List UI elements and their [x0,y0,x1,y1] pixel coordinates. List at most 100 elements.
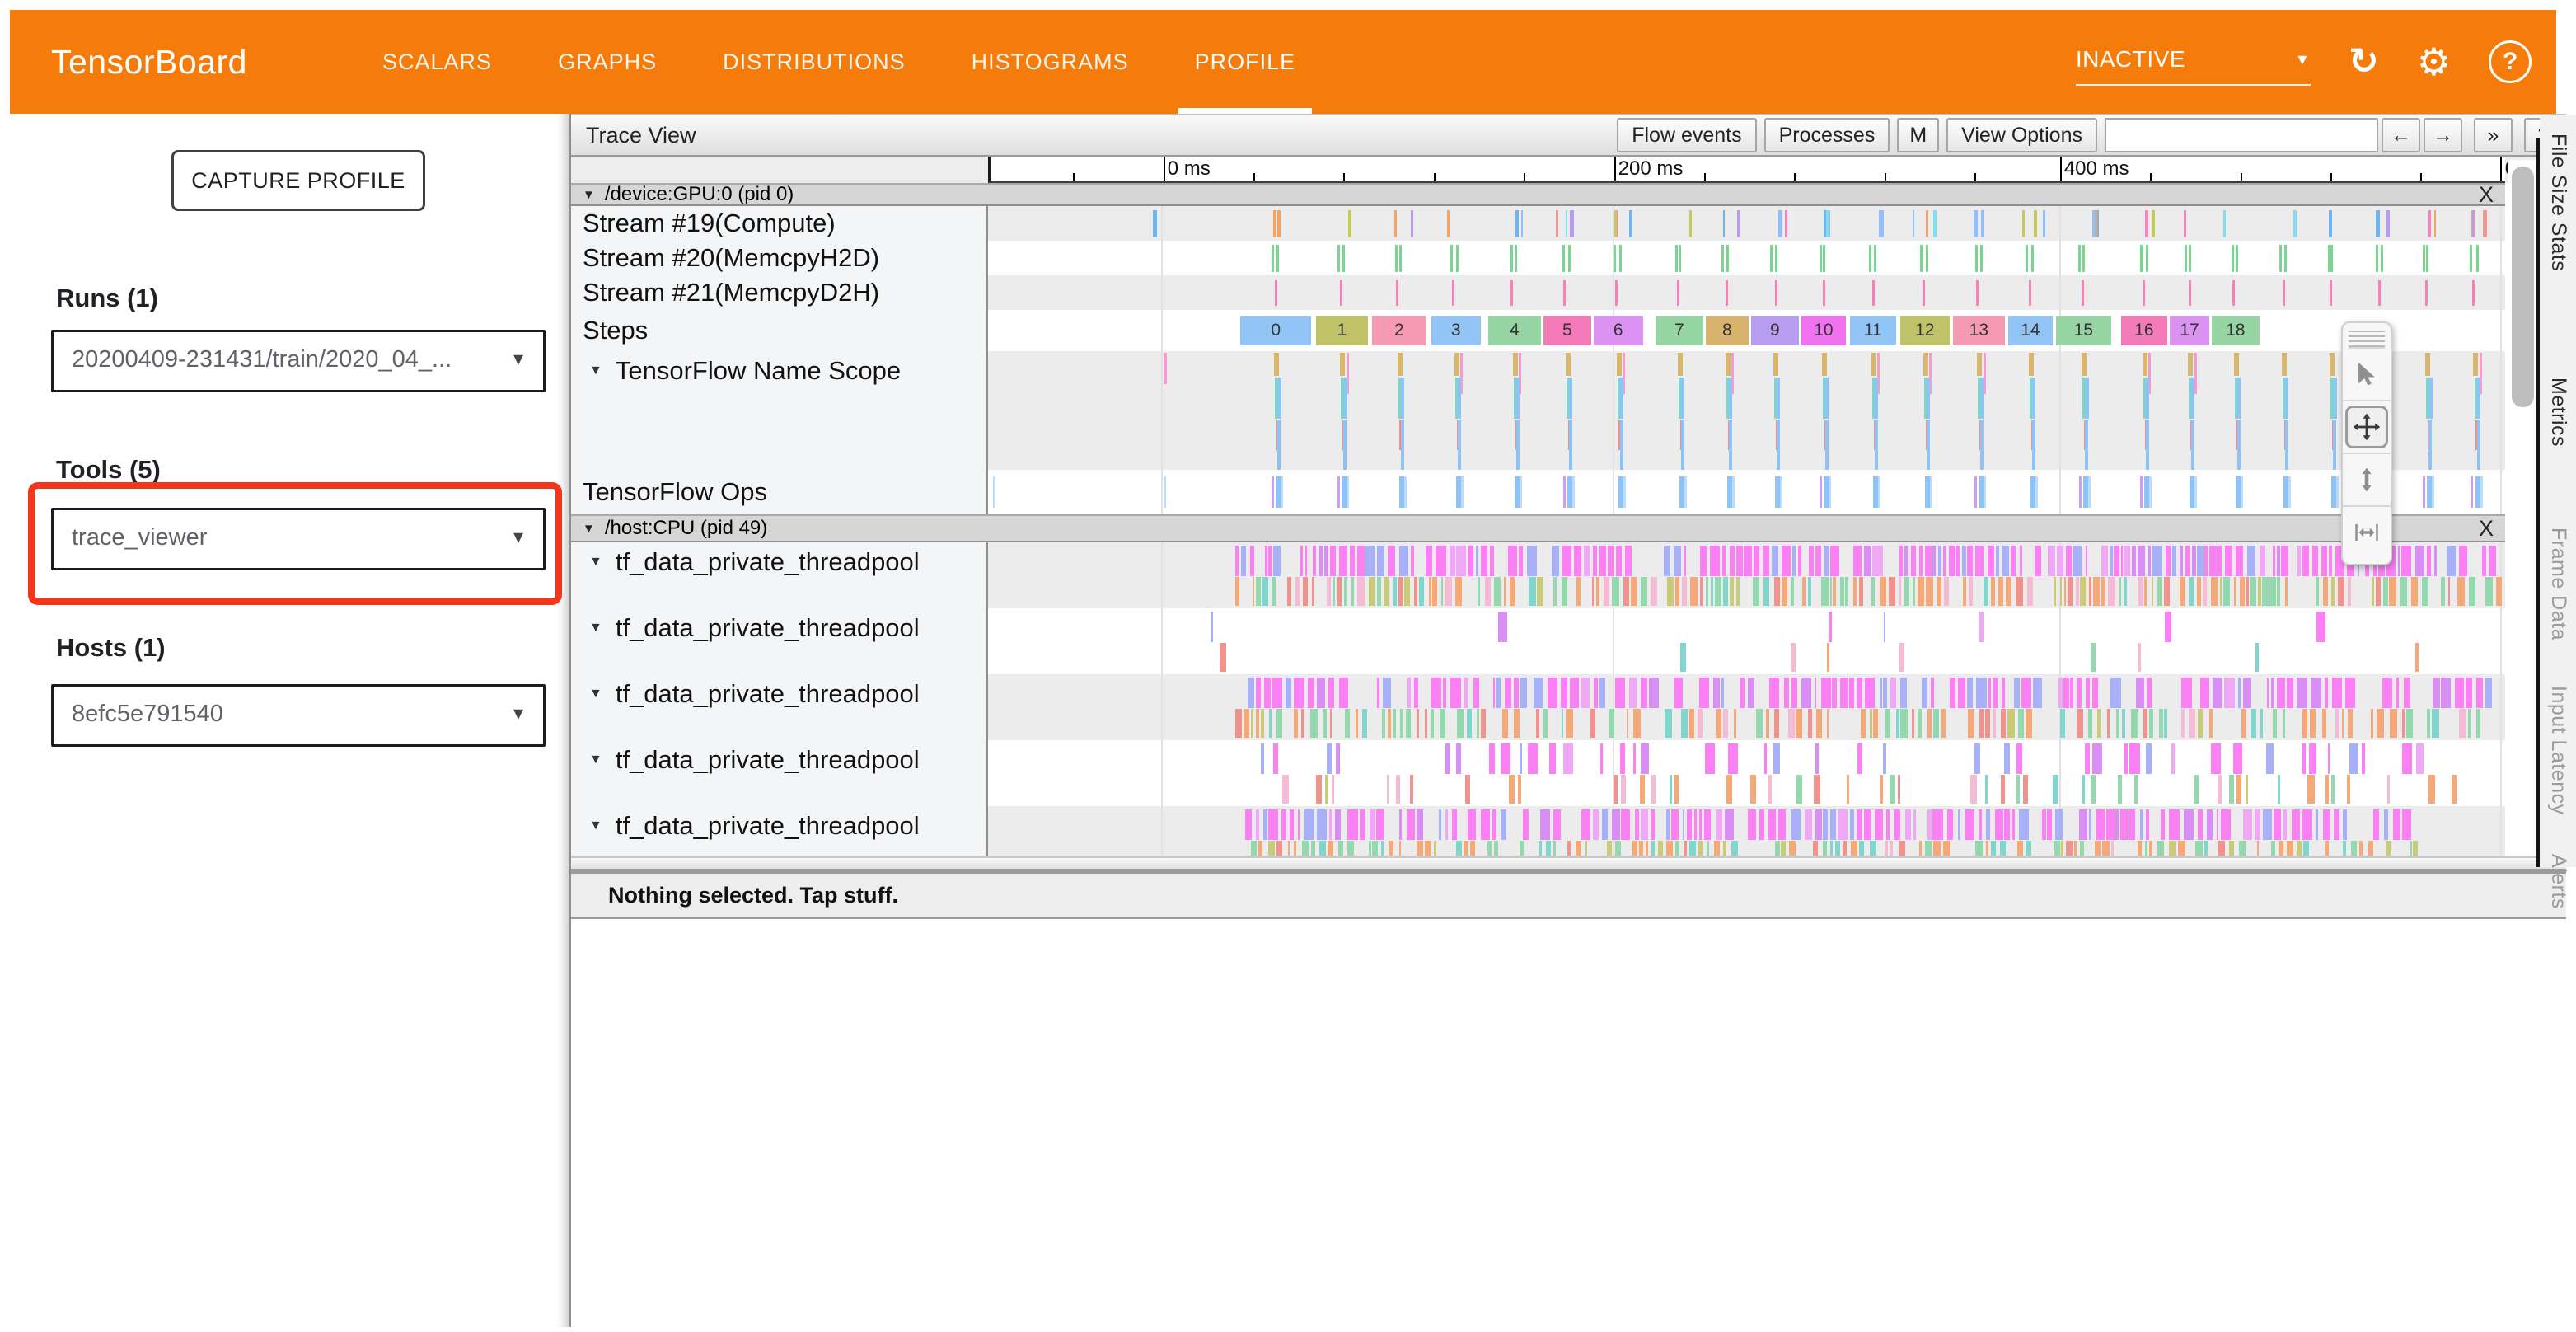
trace-event[interactable] [1602,809,1609,840]
trace-event[interactable] [1651,775,1656,804]
trace-event[interactable] [1505,678,1512,708]
trace-event[interactable] [1452,809,1458,840]
trace-event[interactable] [2415,546,2424,576]
trace-event[interactable] [2106,809,2115,840]
trace-event[interactable] [1253,577,1254,606]
trace-event[interactable] [1376,809,1384,840]
trace-event[interactable] [1464,841,1468,856]
trace-event[interactable] [1528,743,1538,774]
trace-event[interactable] [1926,245,1928,272]
trace-event[interactable] [2140,476,2143,508]
trace-event[interactable] [2402,709,2405,738]
trace-event[interactable] [1563,280,1566,306]
trace-event[interactable] [2110,546,2113,576]
trace-event[interactable] [1594,678,1597,708]
trace-event[interactable] [1768,775,1771,804]
trace-event[interactable] [2157,841,2164,856]
trace-event[interactable] [2260,709,2263,738]
trace-event[interactable] [2234,353,2239,376]
trace-event[interactable] [1562,245,1565,272]
trace-event[interactable] [1407,678,1411,708]
trace-event[interactable] [2277,546,2279,576]
trace-event[interactable] [2185,546,2190,576]
trace-event[interactable] [1327,577,1331,606]
trace-event[interactable] [1871,353,1876,376]
trace-event[interactable] [1904,577,1909,606]
trace-event[interactable] [2016,577,2023,606]
trace-event[interactable] [1883,743,1886,774]
trace-event[interactable] [1546,841,1550,856]
trace-event[interactable] [1785,210,1787,237]
trace-event[interactable] [1878,476,1880,508]
trace-event[interactable] [1377,678,1379,708]
trace-event[interactable] [2034,210,2037,237]
side-tab-metrics[interactable]: Metrics [2546,378,2570,447]
trace-event[interactable] [2406,709,2413,738]
trace-event[interactable] [1975,245,1978,272]
trace-event[interactable] [2262,577,2269,606]
trace-event[interactable] [1454,353,1459,376]
trace-event[interactable] [1615,678,1624,708]
trace-event[interactable] [2400,577,2407,606]
trace-event[interactable] [1481,546,1487,576]
trace-event[interactable] [2203,577,2207,606]
trace-event[interactable] [1833,577,1836,606]
trace-event[interactable] [1869,245,1871,272]
trace-event[interactable] [1261,743,1264,774]
trace-event[interactable] [1295,577,1300,606]
trace-event[interactable] [1360,809,1365,840]
trace-event[interactable] [2243,678,2251,708]
trace-event[interactable] [1808,577,1811,606]
expander-triangle-icon[interactable]: ▼ [589,818,602,833]
trace-event[interactable] [2148,546,2151,576]
trace-event[interactable] [1721,678,1724,708]
trace-event[interactable] [2362,743,2365,774]
trace-event[interactable] [2402,743,2412,774]
section-header-gpu[interactable]: ▼/device:GPU:0 (pid 0)X [571,183,2505,206]
trace-event[interactable] [1294,709,1298,738]
trace-event[interactable] [1369,841,1371,856]
trace-event[interactable] [2189,280,2191,306]
trace-event[interactable] [2302,546,2309,576]
trace-event[interactable] [1740,678,1745,708]
trace-event[interactable] [2029,353,2034,376]
trace-event[interactable] [1777,420,1780,470]
trace-event[interactable] [1494,841,1499,856]
trace-event[interactable] [1286,678,1291,708]
trace-event[interactable] [1556,210,1558,237]
trace-event[interactable] [1900,678,1907,708]
trace-event[interactable] [2121,546,2123,576]
trace-event[interactable] [2169,809,2180,840]
step-block[interactable]: 12 [1900,316,1950,345]
trace-event[interactable] [1164,476,1166,508]
trace-event[interactable] [2146,245,2148,272]
trace-event[interactable] [2234,577,2236,606]
trace-event[interactable] [1904,546,1908,576]
trace-event[interactable] [1666,809,1670,840]
trace-event[interactable] [2131,709,2138,738]
trace-event[interactable] [1514,678,1519,708]
trace-event[interactable] [1905,809,1911,840]
trace-event[interactable] [1274,353,1279,376]
trace-event[interactable] [1750,775,1755,804]
trace-event[interactable] [2279,245,2282,272]
trace-event[interactable] [1980,245,1983,272]
trace-event[interactable] [2026,841,2031,856]
trace-event[interactable] [1995,809,2003,840]
trace-event[interactable] [2386,841,2391,856]
trace-event[interactable] [2302,709,2307,738]
trace-event[interactable] [1796,709,1802,738]
trace-event[interactable] [1976,678,1987,708]
trace-event[interactable] [2107,709,2110,738]
trace-event[interactable] [1523,809,1529,840]
trace-event[interactable] [1993,678,1998,708]
trace-event[interactable] [1822,353,1827,376]
trace-event[interactable] [1825,420,1829,470]
trace-event[interactable] [2149,709,2153,738]
trace-event[interactable] [2283,709,2285,738]
trace-event[interactable] [1827,709,1829,738]
trace-event[interactable] [1617,353,1622,376]
trace-event[interactable] [1700,577,1703,606]
trace-event[interactable] [2376,245,2378,272]
trace-event[interactable] [1301,709,1304,738]
